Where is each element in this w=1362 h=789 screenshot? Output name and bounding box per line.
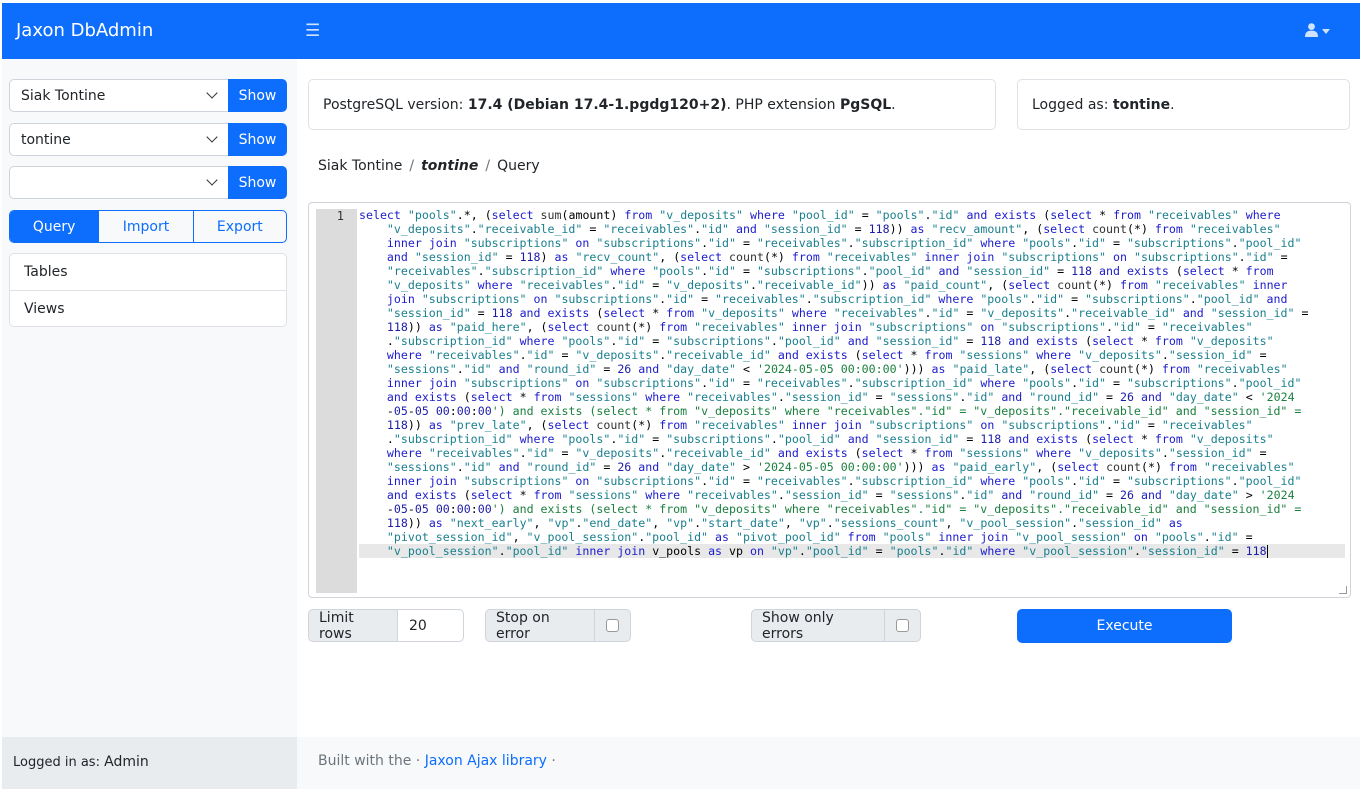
server-select-value: Siak Tontine (21, 87, 106, 104)
code-line: "sessions"."id" and "round_id" = 26 and … (386, 362, 1288, 376)
breadcrumb-page: Query (497, 158, 540, 174)
code-line: inner join "subscriptions" on "subscript… (386, 376, 1302, 390)
chevron-down-icon (1322, 28, 1330, 34)
code-line: 118)) as "prev_late", (select count(*) f… (386, 418, 1253, 432)
schema-select-row: Show (9, 166, 287, 199)
code-line: "v_pool_session"."pool_id" inner join v_… (359, 544, 1345, 558)
server-show-button[interactable]: Show (228, 79, 287, 112)
server-select[interactable]: Siak Tontine (9, 79, 228, 112)
user-icon (1305, 23, 1318, 37)
logged-as-user: tontine (1112, 96, 1171, 113)
code-line: where "receivables"."id" = "v_deposits".… (386, 446, 1267, 460)
code-line: and "session_id" = 118) as "recv_count",… (386, 250, 1288, 264)
line-gutter: 1 (316, 209, 357, 593)
resize-handle-icon[interactable] (1339, 586, 1347, 594)
code-line: "pivot_session_id", "v_pool_session"."po… (386, 530, 1253, 544)
code-line: "sessions"."id" and "round_id" = 26 and … (386, 460, 1295, 474)
limit-rows-label: Limit rows (308, 609, 398, 642)
top-navbar: Jaxon DbAdmin ☰ (2, 3, 1360, 59)
object-list: Tables Views (9, 253, 287, 327)
sidebar-footer: Logged in as: Admin (2, 737, 297, 789)
action-tabs: Query Import Export (9, 210, 287, 243)
code-line: "receivables"."subscription_id" where "p… (386, 264, 1274, 278)
extension-prefix: . PHP extension (726, 96, 840, 113)
code-line: ."subscription_id" where "pools"."id" = … (386, 432, 1274, 446)
code-line: "session_id" = 118 and exists (select * … (386, 306, 1309, 320)
sidebar: Siak Tontine Show tontine Show Show Quer… (2, 59, 297, 737)
chevron-down-icon (206, 87, 218, 99)
server-version: 17.4 (Debian 17.4-1.pgdg120+2) (467, 96, 727, 113)
tab-export[interactable]: Export (192, 211, 286, 242)
limit-rows-input[interactable]: 20 (398, 609, 464, 642)
extension-suffix: . (891, 96, 896, 113)
limit-rows-group: Limit rows 20 (308, 609, 464, 642)
sidebar-item-tables[interactable]: Tables (10, 254, 286, 290)
code-line: and exists (select * from "sessions" whe… (386, 390, 1295, 404)
code-line: 118)) as "next_early", "vp"."end_date", … (386, 516, 1183, 530)
page-footer: Built with the · Jaxon Ajax library · (297, 737, 1360, 789)
database-select[interactable]: tontine (9, 123, 228, 156)
logged-in-label: Logged in as: (13, 755, 100, 770)
breadcrumb: Siak Tontine / tontine / Query (318, 158, 540, 174)
execute-button[interactable]: Execute (1017, 609, 1232, 643)
login-info-card: Logged as: tontine . (1017, 79, 1350, 130)
sql-editor[interactable]: 1 select "pools".*, (select sum(amount) … (308, 202, 1351, 598)
logged-as-prefix: Logged as: (1032, 96, 1113, 113)
hamburger-icon[interactable]: ☰ (305, 21, 320, 41)
show-errors-label: Show only errors (751, 609, 885, 642)
stop-on-error-checkbox[interactable] (606, 619, 619, 632)
stop-on-error-group: Stop on error (485, 609, 631, 642)
footer-suffix: · (546, 753, 556, 769)
schema-show-button[interactable]: Show (228, 166, 287, 199)
code-line: "v_deposits" where "receivables"."id" = … (386, 278, 1288, 292)
php-extension: PgSQL (839, 96, 892, 113)
logged-as-suffix: . (1170, 96, 1175, 113)
footer-prefix: Built with the · (318, 753, 425, 769)
code-line: where "receivables"."id" = "v_deposits".… (386, 348, 1267, 362)
breadcrumb-server[interactable]: Siak Tontine (318, 158, 402, 174)
code-line: ."subscription_id" where "pools"."id" = … (386, 334, 1274, 348)
code-line: 118)) as "paid_here", (select count(*) f… (386, 320, 1253, 334)
show-errors-checkbox[interactable] (896, 619, 909, 632)
stop-on-error-check[interactable] (595, 609, 631, 642)
chevron-down-icon (206, 131, 218, 143)
database-select-row: tontine Show (9, 123, 287, 156)
breadcrumb-separator: / (485, 158, 491, 174)
logged-in-user: Admin (104, 754, 149, 770)
database-show-button[interactable]: Show (228, 123, 287, 156)
code-line: inner join "subscriptions" on "subscript… (386, 474, 1302, 488)
breadcrumb-separator: / (409, 158, 415, 174)
stop-on-error-label: Stop on error (485, 609, 595, 642)
tab-import[interactable]: Import (98, 211, 192, 242)
user-menu[interactable] (1305, 23, 1330, 37)
schema-select[interactable] (9, 166, 228, 199)
code-line: "v_deposits"."receivable_id" = "receivab… (386, 222, 1281, 236)
app-title[interactable]: Jaxon DbAdmin (16, 20, 153, 41)
sql-code[interactable]: select "pools".*, (select sum(amount) fr… (359, 208, 1345, 558)
chevron-down-icon (206, 174, 218, 186)
code-line: select "pools".*, (select sum(amount) fr… (359, 208, 1281, 222)
text-cursor (1266, 545, 1268, 558)
code-line: inner join "subscriptions" on "subscript… (386, 236, 1302, 250)
code-line: and exists (select * from "sessions" whe… (386, 488, 1295, 502)
code-line: -05-05 00:00:00') and exists (select * f… (386, 404, 1302, 418)
tab-query[interactable]: Query (10, 211, 99, 242)
sidebar-item-views[interactable]: Views (10, 290, 286, 326)
jaxon-link[interactable]: Jaxon Ajax library (425, 753, 547, 769)
version-prefix: PostgreSQL version: (323, 96, 468, 113)
breadcrumb-database[interactable]: tontine (421, 158, 478, 174)
server-select-row: Siak Tontine Show (9, 79, 287, 112)
code-line: join "subscriptions" on "subscriptions".… (386, 292, 1288, 306)
code-line: -05-05 00:00:00') and exists (select * f… (386, 502, 1302, 516)
server-info-card: PostgreSQL version: 17.4 (Debian 17.4-1.… (308, 79, 996, 130)
show-errors-group: Show only errors (751, 609, 921, 642)
line-number: 1 (336, 209, 344, 223)
show-errors-check[interactable] (885, 609, 921, 642)
database-select-value: tontine (21, 131, 71, 148)
